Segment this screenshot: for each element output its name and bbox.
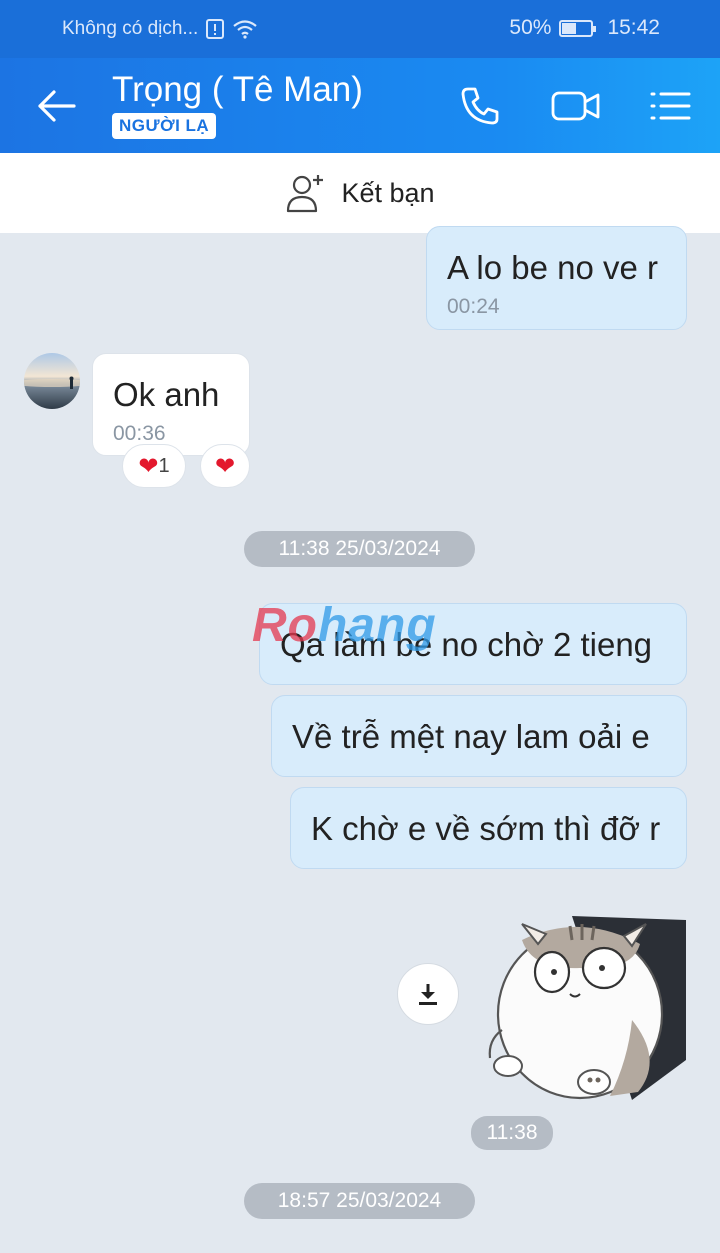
watermark-part2: hang <box>317 599 437 652</box>
avatar-image <box>24 376 80 389</box>
status-bar: Không có dịch... 50% 15:42 <box>0 0 720 58</box>
date-separator: 11:38 25/03/2024 <box>244 531 475 567</box>
chat-header: Trọng ( Tê Man) NGƯỜI LẠ <box>0 58 720 153</box>
heart-icon: ❤ <box>214 452 236 480</box>
phone-call-icon[interactable] <box>456 82 504 130</box>
stranger-badge: NGƯỜI LẠ <box>112 113 217 139</box>
message-time: 00:36 <box>113 422 166 445</box>
menu-list-icon[interactable] <box>648 82 692 130</box>
message-text: A lo be no ve r <box>447 249 658 286</box>
battery-icon <box>559 19 597 37</box>
sticker-time: 11:38 <box>471 1116 553 1150</box>
download-button[interactable] <box>397 963 459 1025</box>
video-call-icon[interactable] <box>550 82 602 130</box>
incoming-message[interactable]: Ok anh 00:36 <box>92 353 250 456</box>
message-text: K chờ e về sớm thì đỡ r <box>311 810 661 847</box>
back-arrow-icon[interactable] <box>34 84 78 128</box>
battery-fill <box>562 22 577 34</box>
message-time: 00:24 <box>447 295 500 318</box>
react-button[interactable]: ❤ <box>200 444 250 488</box>
message-text: Ok anh <box>113 376 220 413</box>
contact-name[interactable]: Trọng ( Tê Man) <box>112 70 363 110</box>
alert-icon <box>206 19 225 39</box>
cat-sticker[interactable] <box>482 910 692 1106</box>
outgoing-message[interactable]: A lo be no ve r 00:24 <box>426 226 687 330</box>
outgoing-message[interactable]: K chờ e về sớm thì đỡ r <box>290 787 687 869</box>
contact-avatar[interactable] <box>24 353 80 409</box>
watermark-logo: Rohang <box>252 598 437 653</box>
wifi-icon <box>233 20 257 39</box>
add-friend-icon <box>287 175 324 213</box>
battery-percent: 50% <box>509 16 552 39</box>
watermark-part1: Ro <box>252 599 318 652</box>
carrier-text: Không có dịch... <box>62 18 199 39</box>
download-icon <box>419 984 437 1005</box>
outgoing-message[interactable]: Về trễ mệt nay lam oải e <box>271 695 687 777</box>
heart-icon: ❤ <box>138 452 159 480</box>
reaction-number: 1 <box>158 454 170 477</box>
reaction-count[interactable]: ❤ 1 <box>122 444 186 488</box>
date-separator: 18:57 25/03/2024 <box>244 1183 475 1219</box>
clock: 15:42 <box>607 16 660 39</box>
add-friend-label: Kết bạn <box>341 177 435 208</box>
message-text: Về trễ mệt nay lam oải e <box>292 718 650 755</box>
add-friend-bar[interactable]: Kết bạn <box>0 153 720 233</box>
